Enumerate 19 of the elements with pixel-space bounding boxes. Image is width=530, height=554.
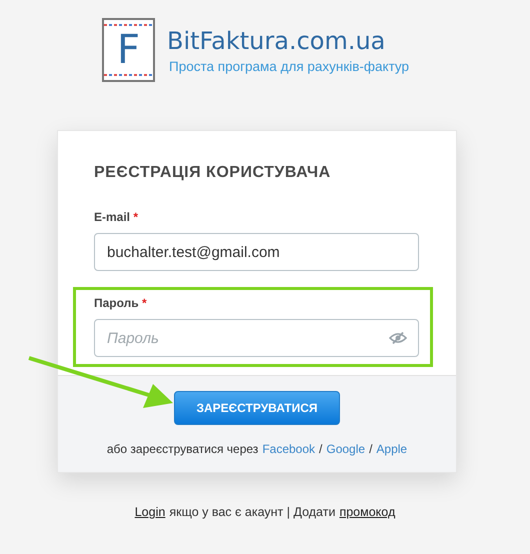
form-title: РЕЄСТРАЦІЯ КОРИСТУВАЧА: [94, 164, 332, 182]
social-link[interactable]: Facebook: [262, 442, 316, 456]
bottom-link[interactable]: промокод: [339, 505, 396, 519]
bottom-text: якщо у вас є акаунт | Додати: [169, 505, 336, 519]
field-label: E-mail *: [94, 210, 140, 224]
logo-icon: F: [102, 18, 155, 82]
site-name: BitFaktura.com.ua: [167, 26, 386, 54]
social-text: /: [319, 442, 322, 456]
field-label: Пароль *: [94, 296, 148, 310]
bottom-link[interactable]: Login: [134, 505, 166, 519]
register-button[interactable]: ЗАРЕЄСТРУВАТИСЯ: [174, 391, 340, 425]
input-field[interactable]: Пароль: [94, 319, 419, 357]
eye-slash-icon[interactable]: [389, 332, 407, 344]
social-text: або зареєструватися через: [106, 442, 258, 456]
tagline: Проста програма для рахунків-фактур: [169, 58, 410, 74]
social-link[interactable]: Apple: [376, 442, 408, 456]
social-text: /: [369, 442, 372, 456]
input-field[interactable]: buchalter.test@gmail.com: [94, 233, 419, 271]
social-link[interactable]: Google: [326, 442, 366, 456]
